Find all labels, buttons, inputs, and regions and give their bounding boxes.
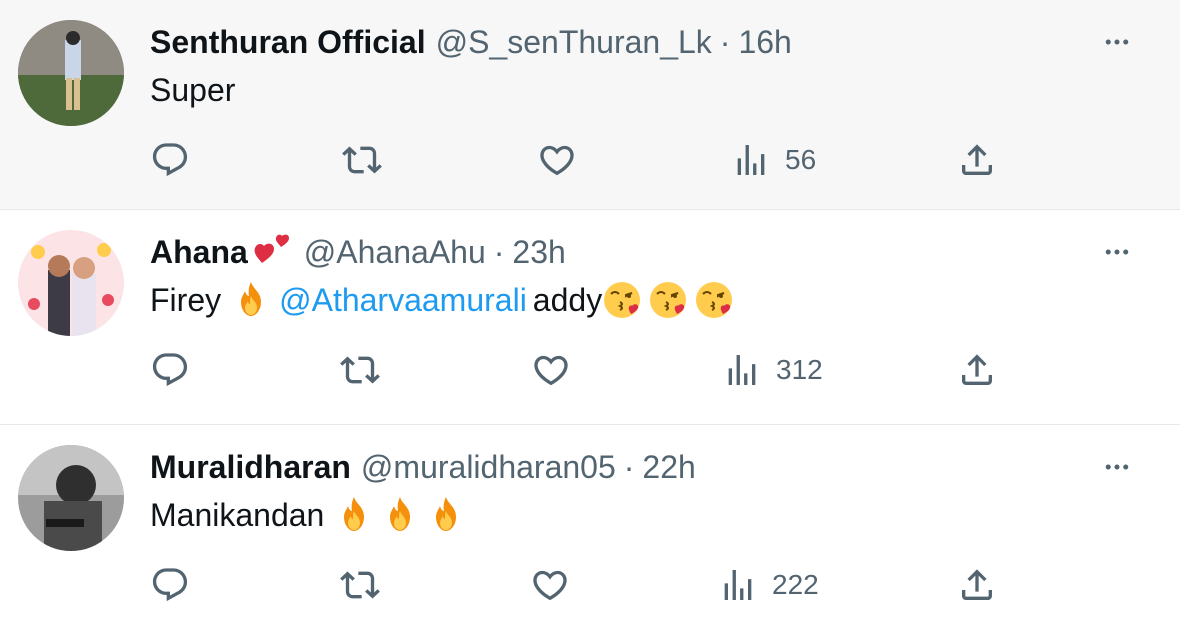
retweet-button[interactable] — [340, 348, 380, 392]
kissing-face-icon — [602, 280, 642, 320]
kissing-face-icon — [648, 280, 688, 320]
views-button[interactable]: 56 — [731, 138, 816, 182]
display-name[interactable]: Senthuran Official — [150, 24, 426, 61]
fire-icon — [231, 280, 271, 320]
share-button[interactable] — [957, 563, 997, 607]
display-name[interactable]: Muralidharan — [150, 449, 351, 486]
reply-button[interactable] — [150, 563, 190, 607]
timestamp[interactable]: 22h — [642, 449, 695, 486]
mention-link[interactable]: @Atharvaamurali — [279, 278, 527, 322]
reply-icon — [150, 350, 190, 390]
views-button[interactable]: 312 — [722, 348, 823, 392]
views-count: 312 — [776, 354, 823, 385]
avatar[interactable] — [18, 20, 124, 126]
tweet-text-post: addy — [532, 282, 603, 318]
fire-icon — [426, 495, 466, 535]
fire-icon — [380, 495, 420, 535]
retweet-button[interactable] — [340, 563, 380, 607]
views-icon — [722, 350, 762, 390]
views-count: 222 — [772, 569, 819, 600]
like-icon — [530, 565, 570, 605]
views-icon — [718, 565, 758, 605]
user-handle[interactable]: @S_senThuran_Lk — [436, 24, 712, 61]
like-icon — [537, 140, 577, 180]
more-icon[interactable] — [1098, 230, 1136, 274]
fire-icon — [334, 495, 374, 535]
timestamp[interactable]: 16h — [738, 24, 791, 61]
tweet[interactable]: Senthuran Official @S_senThuran_Lk · 16h… — [0, 0, 1180, 210]
like-icon — [531, 350, 571, 390]
retweet-icon — [340, 350, 380, 390]
tweet-text-content: Manikandan — [150, 497, 325, 533]
share-icon — [957, 565, 997, 605]
like-button[interactable] — [531, 348, 571, 392]
tweet-text-pre: Firey — [150, 282, 222, 318]
reply-button[interactable] — [150, 348, 190, 392]
share-button[interactable] — [957, 138, 997, 182]
share-button[interactable] — [957, 348, 997, 392]
share-icon — [957, 140, 997, 180]
retweet-icon — [340, 565, 380, 605]
user-handle[interactable]: @muralidharan05 — [361, 449, 616, 486]
reply-button[interactable] — [150, 138, 190, 182]
action-bar: 222 — [0, 563, 1180, 607]
views-icon — [731, 140, 771, 180]
avatar[interactable] — [18, 230, 124, 336]
reply-icon — [150, 565, 190, 605]
action-bar: 312 — [0, 348, 1180, 392]
tweet[interactable]: Ahana @AhanaAhu · 23h Firey @Atharvaamur… — [0, 210, 1180, 425]
kissing-face-icon — [694, 280, 734, 320]
views-button[interactable]: 222 — [718, 563, 819, 607]
display-name[interactable]: Ahana — [150, 234, 248, 271]
separator-dot: · — [623, 448, 635, 485]
tweet-text: Firey @Atharvaamurali addy — [150, 278, 734, 322]
like-button[interactable] — [537, 138, 577, 182]
retweet-button[interactable] — [342, 138, 382, 182]
tweet[interactable]: Muralidharan @muralidharan05 · 22h Manik… — [0, 425, 1180, 640]
avatar[interactable] — [18, 445, 124, 551]
views-count: 56 — [785, 144, 817, 175]
tweet-text-content: Super — [150, 72, 236, 108]
separator-dot: · — [493, 233, 505, 270]
more-icon[interactable] — [1098, 20, 1136, 64]
retweet-icon — [342, 140, 382, 180]
reply-icon — [150, 140, 190, 180]
timestamp[interactable]: 23h — [512, 234, 565, 271]
like-button[interactable] — [530, 563, 570, 607]
share-icon — [957, 350, 997, 390]
tweet-text: Manikandan — [150, 493, 466, 537]
two-hearts-icon — [254, 234, 289, 263]
more-icon[interactable] — [1098, 445, 1136, 489]
user-handle[interactable]: @AhanaAhu — [304, 234, 486, 271]
separator-dot: · — [719, 23, 731, 60]
tweet-text: Super — [150, 68, 235, 112]
action-bar: 56 — [0, 138, 1180, 182]
